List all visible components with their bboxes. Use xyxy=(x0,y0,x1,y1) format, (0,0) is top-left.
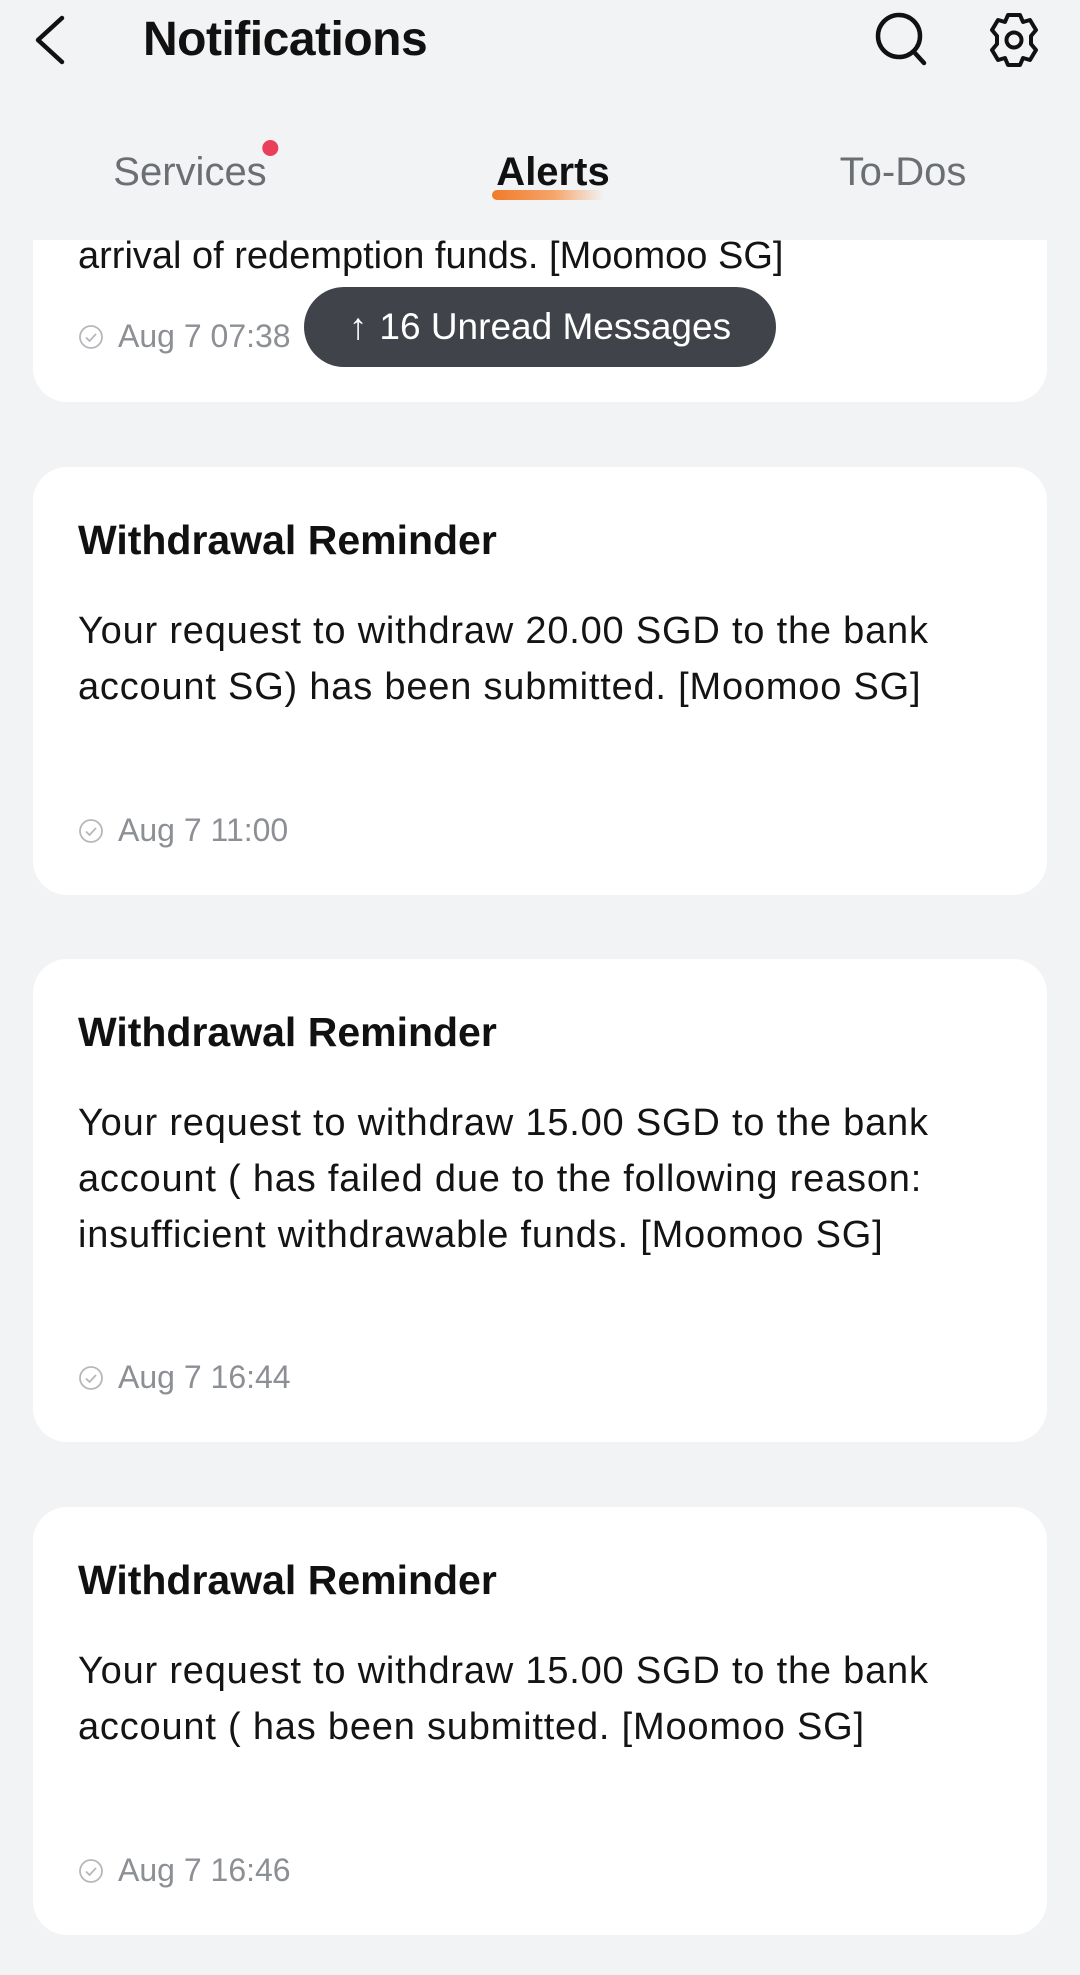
notification-title: Withdrawal Reminder xyxy=(78,517,497,563)
tab-alerts[interactable]: Alerts xyxy=(496,150,609,195)
notification-title: Withdrawal Reminder xyxy=(78,1009,497,1055)
notification-card[interactable]: Withdrawal Reminder Your request to with… xyxy=(33,959,1047,1442)
chevron-left-icon xyxy=(35,15,65,65)
time-text: Aug 7 16:46 xyxy=(118,1852,291,1888)
unread-messages-button[interactable]: ↑ 16 Unread Messages xyxy=(304,287,776,367)
notification-body: Your request to withdraw 20.00 SGD to th… xyxy=(78,610,929,708)
tab-bar: Services Alerts To-Dos xyxy=(0,140,1080,210)
read-check-icon xyxy=(79,1858,103,1883)
read-check-icon xyxy=(79,324,103,349)
tab-label: Alerts xyxy=(496,150,610,194)
top-bar: Notifications Services Alerts To-Dos xyxy=(0,0,1080,240)
settings-button[interactable] xyxy=(984,10,1044,70)
read-check-icon xyxy=(79,1365,103,1390)
unread-badge-dot xyxy=(262,140,279,156)
time-text: Aug 7 07:38 xyxy=(118,318,291,354)
notification-title: Withdrawal Reminder xyxy=(78,1557,497,1603)
tab-services[interactable]: Services xyxy=(113,140,279,195)
gear-icon xyxy=(990,13,1038,67)
search-button[interactable] xyxy=(872,10,932,70)
notification-time: Aug 7 16:44 xyxy=(78,1359,291,1396)
tab-label: To-Dos xyxy=(839,150,967,194)
back-button[interactable] xyxy=(30,14,74,66)
notification-time: Aug 7 16:46 xyxy=(78,1852,291,1889)
read-check-icon xyxy=(79,818,103,843)
notification-body: Your request to withdraw 15.00 SGD to th… xyxy=(78,1102,929,1256)
notification-time: Aug 7 07:38 xyxy=(78,318,291,355)
notification-time: Aug 7 11:00 xyxy=(78,812,288,849)
time-text: Aug 7 11:00 xyxy=(118,812,289,848)
tab-todos[interactable]: To-Dos xyxy=(840,150,967,195)
notification-card[interactable]: Withdrawal Reminder Your request to with… xyxy=(33,1507,1047,1935)
page-title: Notifications xyxy=(143,13,428,66)
time-text: Aug 7 16:44 xyxy=(118,1359,291,1395)
tab-label: Services xyxy=(113,150,267,194)
unread-messages-label: 16 Unread Messages xyxy=(379,306,732,347)
notification-body: Your request to withdraw 15.00 SGD to th… xyxy=(78,1650,929,1748)
arrow-up-icon: ↑ xyxy=(348,306,368,347)
search-icon xyxy=(875,12,927,66)
notification-card[interactable]: Withdrawal Reminder Your request to with… xyxy=(33,467,1047,895)
